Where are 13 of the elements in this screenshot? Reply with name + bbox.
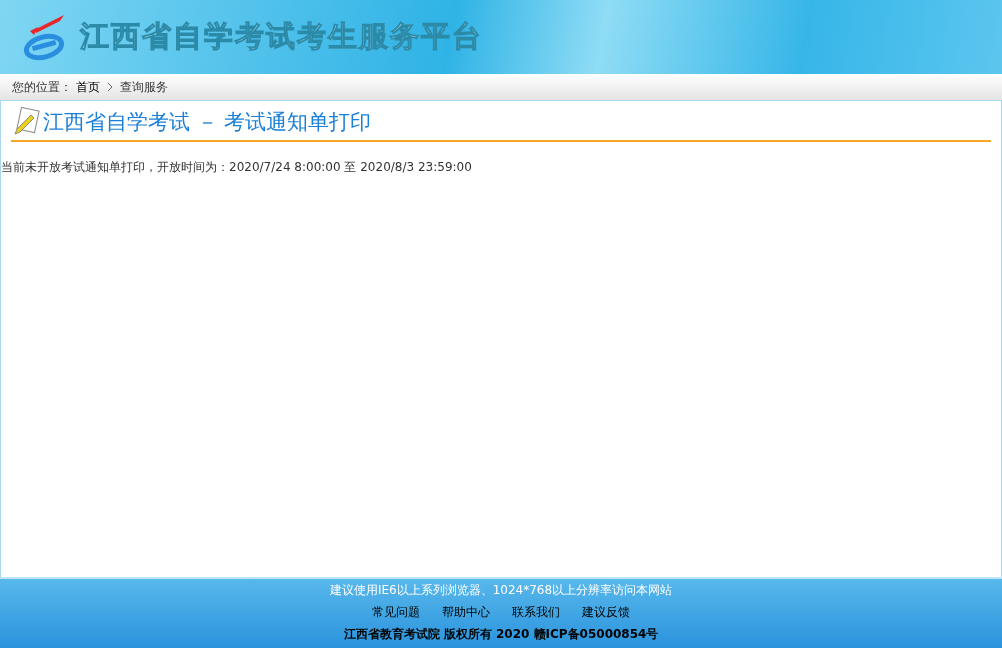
copyright-text: 江西省教育考试院 版权所有 2020 赣ICP备05000854号 bbox=[343, 625, 659, 643]
chevron-right-icon bbox=[106, 82, 114, 92]
home-link[interactable]: 首页 bbox=[76, 78, 100, 96]
page-title: 江西省自学考试 － 考试通知单打印 bbox=[43, 109, 372, 136]
breadcrumb-label: 您的位置： bbox=[12, 78, 72, 96]
footer-link[interactable]: 帮助中心 bbox=[442, 604, 490, 621]
footer-link[interactable]: 建议反馈 bbox=[582, 604, 630, 621]
footer-link[interactable]: 常见问题 bbox=[372, 604, 420, 621]
notepad-pencil-icon bbox=[11, 107, 41, 137]
notice-text: 当前未开放考试通知单打印，开放时间为：2020/7/24 8:00:00 至 2020/8/3 23:59:00 bbox=[1, 159, 473, 176]
browser-advice: 建议使用IE6以上系列浏览器、1024*768以上分辨率访问本网站 bbox=[329, 582, 673, 600]
breadcrumb-current: 查询服务 bbox=[120, 78, 168, 96]
footer-link[interactable]: 联系我们 bbox=[512, 604, 560, 621]
